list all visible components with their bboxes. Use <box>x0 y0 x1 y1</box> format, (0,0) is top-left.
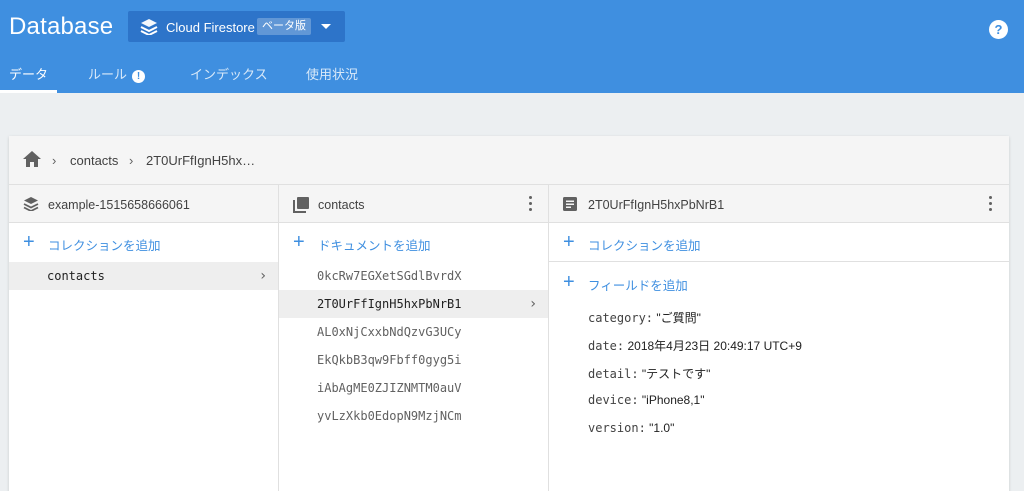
list-item[interactable]: AL0xNjCxxbNdQzvG3UCy <box>279 318 548 346</box>
database-stack-icon <box>23 197 39 211</box>
add-collection-button[interactable]: + コレクションを追加 <box>9 223 278 261</box>
plus-icon: + <box>563 231 575 253</box>
add-collection-label: コレクションを追加 <box>48 239 161 253</box>
data-panel: › contacts › 2T0UrFfIgnH5hx… example-151… <box>9 136 1009 491</box>
list-item[interactable]: 0kcRw7EGXetSGdlBvrdX <box>279 262 548 290</box>
breadcrumb: › contacts › 2T0UrFfIgnH5hx… <box>9 136 1009 185</box>
more-vert-icon[interactable] <box>529 196 533 212</box>
tab-indexes[interactable]: インデックス <box>181 56 277 93</box>
plus-icon: + <box>23 231 35 253</box>
column-title: contacts <box>318 198 365 212</box>
tab-label: インデックス <box>190 67 268 82</box>
document-id: AL0xNjCxxbNdQzvG3UCy <box>317 325 462 339</box>
list-item[interactable]: yvLzXkb0EdopN9MzjNCm <box>279 402 548 430</box>
add-document-button[interactable]: + ドキュメントを追加 <box>279 223 548 261</box>
breadcrumb-item[interactable]: 2T0UrFfIgnH5hx… <box>146 153 255 168</box>
breadcrumb-item[interactable]: contacts <box>70 153 118 168</box>
tab-label: ルール <box>88 67 128 82</box>
field-row[interactable]: device: "iPhone8,1" <box>588 393 705 413</box>
tab-usage[interactable]: 使用状況 <box>297 56 367 93</box>
field-key: category: <box>588 311 654 325</box>
collection-name: contacts <box>47 269 105 283</box>
column-header: example-1515658666061 <box>9 185 278 223</box>
chevron-right-icon: › <box>129 153 134 168</box>
more-vert-icon[interactable] <box>989 196 993 212</box>
list-item[interactable]: 2T0UrFfIgnH5hxPbNrB1 › <box>279 290 548 318</box>
field-row[interactable]: date: 2018年4月23日 20:49:17 UTC+9 <box>588 337 802 357</box>
add-field-button[interactable]: + フィールドを追加 <box>549 263 1009 301</box>
database-selector[interactable]: Cloud Firestore ベータ版 <box>128 11 345 42</box>
database-name: Cloud Firestore <box>166 20 255 35</box>
tab-data[interactable]: データ <box>0 56 58 93</box>
page-title: Database <box>9 13 114 40</box>
document-id: iAbAgME0ZJIZNMTM0auV <box>317 381 462 395</box>
add-collection-button[interactable]: + コレクションを追加 <box>549 223 1009 262</box>
field-value: "ご質問" <box>656 311 701 325</box>
add-collection-label: コレクションを追加 <box>588 239 701 253</box>
field-key: device: <box>588 393 639 407</box>
chevron-down-icon[interactable] <box>321 24 331 29</box>
plus-icon: + <box>563 271 575 293</box>
field-key: date: <box>588 339 625 353</box>
list-item[interactable]: EkQkbB3qw9Fbff0gyg5i <box>279 346 548 374</box>
field-value: 2018年4月23日 20:49:17 UTC+9 <box>627 339 802 353</box>
field-value: "テストです" <box>641 367 711 381</box>
list-item[interactable]: iAbAgME0ZJIZNMTM0auV <box>279 374 548 402</box>
top-bar: Database Cloud Firestore ベータ版 ? データ ルール!… <box>0 0 1024 93</box>
document-id: 0kcRw7EGXetSGdlBvrdX <box>317 269 462 283</box>
tab-bar: データ ルール! インデックス 使用状況 <box>0 56 1024 93</box>
tab-label: 使用状況 <box>306 67 359 82</box>
document-icon <box>563 197 577 211</box>
document-id: EkQkbB3qw9Fbff0gyg5i <box>317 353 462 367</box>
chevron-right-icon: › <box>260 268 266 284</box>
field-row[interactable]: category: "ご質問" <box>588 309 701 329</box>
field-value: "iPhone8,1" <box>641 393 705 407</box>
chevron-right-icon: › <box>52 153 57 168</box>
document-id: yvLzXkb0EdopN9MzjNCm <box>317 409 462 423</box>
warning-icon: ! <box>132 70 146 83</box>
plus-icon: + <box>293 231 305 253</box>
root-column: example-1515658666061 + コレクションを追加 contac… <box>9 185 279 491</box>
chevron-right-icon: › <box>530 296 536 312</box>
collection-column: contacts + ドキュメントを追加 0kcRw7EGXetSGdlBvrd… <box>279 185 549 491</box>
column-header: contacts <box>279 185 548 223</box>
column-title: 2T0UrFfIgnH5hxPbNrB1 <box>588 198 725 212</box>
firestore-stack-icon <box>140 19 158 35</box>
tab-label: データ <box>9 67 49 82</box>
home-icon[interactable] <box>23 151 41 167</box>
add-field-label: フィールドを追加 <box>588 279 688 293</box>
tab-rules[interactable]: ルール! <box>79 56 154 93</box>
column-title: example-1515658666061 <box>48 198 190 212</box>
list-item[interactable]: contacts › <box>9 262 278 290</box>
column-header: 2T0UrFfIgnH5hxPbNrB1 <box>549 185 1009 223</box>
field-key: detail: <box>588 367 639 381</box>
field-row[interactable]: version: "1.0" <box>588 421 674 441</box>
field-key: version: <box>588 421 646 435</box>
document-id: 2T0UrFfIgnH5hxPbNrB1 <box>317 297 462 311</box>
field-value: "1.0" <box>649 421 675 435</box>
add-document-label: ドキュメントを追加 <box>318 239 431 253</box>
field-row[interactable]: detail: "テストです" <box>588 365 710 385</box>
document-column: 2T0UrFfIgnH5hxPbNrB1 + コレクションを追加 + フィールド… <box>549 185 1009 491</box>
beta-badge: ベータ版 <box>257 18 311 35</box>
help-icon[interactable]: ? <box>989 20 1008 39</box>
collection-icon <box>293 197 309 213</box>
